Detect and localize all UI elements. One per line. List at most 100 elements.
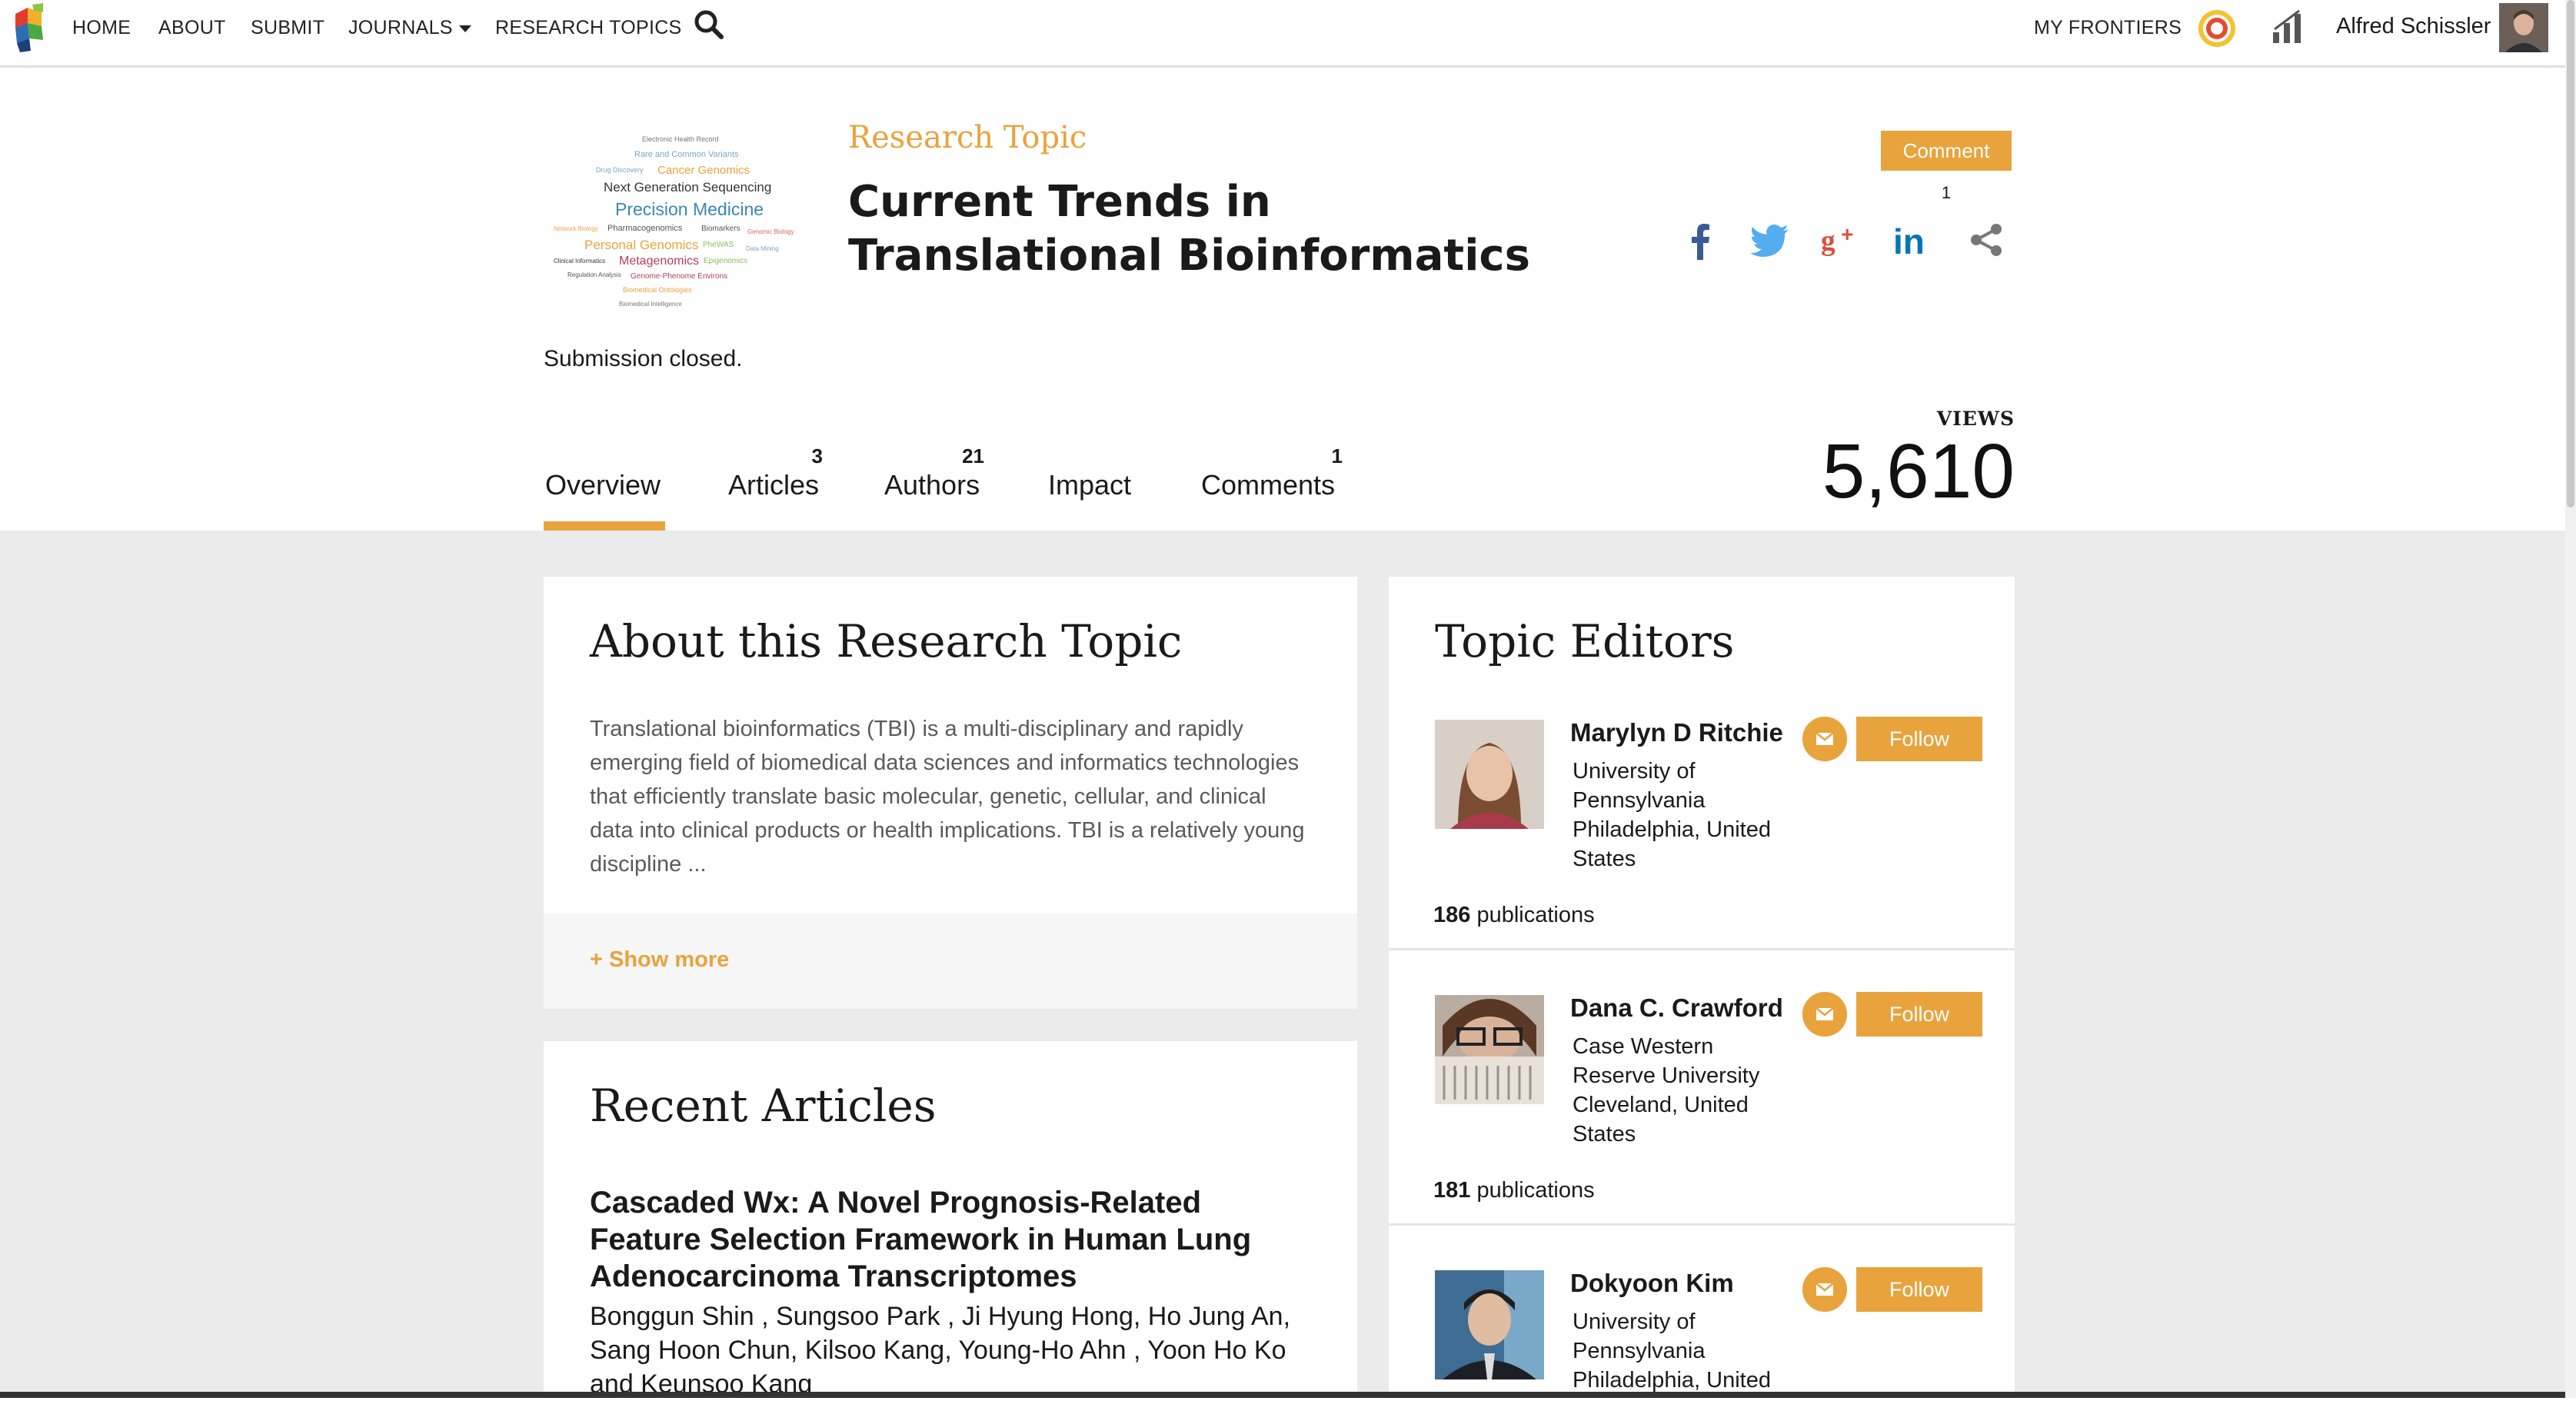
affiliation-line: University of: [1573, 759, 1696, 784]
share-icon[interactable]: [1965, 215, 2009, 265]
editor-name[interactable]: Dana C. Crawford: [1570, 993, 1783, 1023]
editor-photo[interactable]: [1435, 720, 1544, 829]
frontiers-logo[interactable]: [9, 3, 55, 52]
publication-label: publications: [1470, 1178, 1595, 1203]
page-title: Current Trends in Translational Bioinfor…: [848, 177, 1530, 281]
about-description: Translational bioinformatics (TBI) is a …: [590, 717, 1305, 877]
affiliation-line: Pennsylvania: [1573, 788, 1706, 813]
window-bottom-edge: [0, 1392, 2565, 1398]
nav-journals[interactable]: JOURNALS: [348, 17, 471, 39]
editor-name[interactable]: Marylyn D Ritchie: [1570, 718, 1783, 747]
affiliation-line: Cleveland, United: [1573, 1093, 1749, 1117]
svg-text:Electronic Health Record: Electronic Health Record: [642, 135, 719, 143]
authors-line[interactable]: Sang Hoon Chun, Kilsoo Kang, Young-Ho Ah…: [590, 1333, 1328, 1367]
editor-affiliation: Case Western Reserve University Clevelan…: [1573, 1032, 1803, 1149]
svg-text:Drug Discovery: Drug Discovery: [596, 166, 644, 174]
svg-text:Regulation Analysis: Regulation Analysis: [567, 271, 621, 278]
article-title-link[interactable]: Cascaded Wx: A Novel Prognosis-Related F…: [590, 1184, 1313, 1295]
nav-home[interactable]: HOME: [72, 17, 131, 39]
svg-text:in: in: [1893, 221, 1925, 261]
views-count: 5,610: [1822, 428, 2015, 514]
svg-text:Metagenomics: Metagenomics: [619, 255, 699, 268]
editor-affiliation: University of Pennsylvania Philadelphia,…: [1573, 757, 1803, 874]
affiliation-line: Philadelphia, United: [1573, 1368, 1771, 1393]
scrollbar-thumb[interactable]: [2567, 0, 2574, 507]
user-avatar[interactable]: [2499, 3, 2548, 52]
search-icon[interactable]: [692, 8, 726, 42]
svg-text:Next Generation Sequencing: Next Generation Sequencing: [604, 180, 771, 195]
nav-about[interactable]: ABOUT: [158, 17, 226, 39]
follow-button[interactable]: Follow: [1856, 1267, 1982, 1312]
affiliation-line: University of: [1573, 1309, 1696, 1334]
google-plus-icon[interactable]: g +: [1821, 215, 1864, 265]
editor-publications: 181 publications: [1433, 1178, 1595, 1203]
tab-articles[interactable]: Articles: [728, 469, 819, 501]
editor-affiliation: University of Pennsylvania Philadelphia,…: [1573, 1307, 1803, 1395]
publication-count: 186: [1433, 903, 1471, 927]
comment-button[interactable]: Comment: [1881, 131, 2012, 171]
tab-authors[interactable]: Authors: [884, 469, 980, 501]
editor-name[interactable]: Dokyoon Kim: [1570, 1269, 1734, 1298]
research-topic-label: Research Topic: [848, 120, 1087, 155]
affiliation-line: Reserve University: [1573, 1063, 1760, 1088]
publication-label: publications: [1470, 903, 1595, 927]
svg-text:Genomic Biology: Genomic Biology: [747, 228, 794, 235]
svg-text:Precision Medicine: Precision Medicine: [615, 199, 764, 219]
svg-text:Genome-Phenome Environs: Genome-Phenome Environs: [631, 272, 727, 281]
svg-text:Biomedical Ontologies: Biomedical Ontologies: [623, 286, 692, 294]
topic-word-cloud: Electronic Health Record Rare and Common…: [554, 135, 794, 308]
svg-text:Pharmacogenomics: Pharmacogenomics: [607, 224, 683, 233]
tab-articles-count: 3: [811, 444, 823, 468]
divider: [1389, 948, 2015, 950]
divider: [1389, 1223, 2015, 1226]
affiliation-line: Philadelphia, United: [1573, 817, 1771, 842]
follow-button[interactable]: Follow: [1856, 992, 1982, 1037]
mail-icon[interactable]: [1802, 1267, 1847, 1312]
authors-line[interactable]: Bonggun Shin , Sungsoo Park , Ji Hyung H…: [590, 1300, 1328, 1333]
views-label: VIEWS: [1936, 408, 2015, 430]
svg-text:Rare and Common Variants: Rare and Common Variants: [634, 150, 739, 159]
svg-text:Network Biology: Network Biology: [554, 225, 598, 232]
editor-photo[interactable]: [1435, 995, 1544, 1104]
nav-submit[interactable]: SUBMIT: [251, 17, 324, 39]
editor-photo[interactable]: [1435, 1270, 1544, 1379]
article-authors: Bonggun Shin , Sungsoo Park , Ji Hyung H…: [590, 1300, 1328, 1401]
linkedin-icon[interactable]: in: [1892, 215, 1935, 265]
tab-comments-count: 1: [1331, 444, 1343, 468]
tab-authors-count: 21: [962, 444, 984, 468]
submission-status: Submission closed.: [544, 346, 743, 371]
nav-journals-label: JOURNALS: [348, 17, 453, 38]
mail-icon[interactable]: [1802, 992, 1847, 1037]
svg-text:Cancer Genomics: Cancer Genomics: [657, 164, 750, 177]
affiliation-line: Case Western: [1573, 1034, 1714, 1059]
user-name[interactable]: Alfred Schissler: [2336, 14, 2491, 39]
svg-text:+: +: [1841, 222, 1853, 246]
show-more-link[interactable]: + Show more: [590, 947, 729, 973]
editor-publications: 186 publications: [1433, 903, 1595, 928]
impact-chart-icon[interactable]: [2271, 9, 2304, 45]
publication-count: 181: [1433, 1178, 1471, 1203]
svg-text:Personal Genomics: Personal Genomics: [584, 238, 698, 252]
active-tab-indicator: [544, 521, 665, 531]
affiliation-line: Pennsylvania: [1573, 1339, 1706, 1363]
svg-text:g: g: [1821, 225, 1835, 257]
twitter-icon[interactable]: [1749, 215, 1792, 265]
tab-overview[interactable]: Overview: [545, 469, 661, 501]
chevron-down-icon: [458, 25, 471, 32]
svg-text:PheWAS: PheWAS: [703, 241, 734, 249]
topic-editors-title: Topic Editors: [1435, 615, 1735, 667]
facebook-icon[interactable]: [1679, 215, 1722, 265]
tab-impact[interactable]: Impact: [1048, 469, 1131, 501]
tab-comments[interactable]: Comments: [1201, 469, 1335, 501]
svg-text:Biomedical Intelligence: Biomedical Intelligence: [619, 301, 682, 308]
nav-my-frontiers[interactable]: MY FRONTIERS: [2034, 17, 2182, 39]
nav-research-topics[interactable]: RESEARCH TOPICS: [495, 17, 682, 39]
mail-icon[interactable]: [1802, 717, 1847, 761]
recent-articles-title: Recent Articles: [590, 1080, 937, 1132]
about-title: About this Research Topic: [590, 615, 1183, 667]
comment-count: 1: [1941, 183, 1952, 202]
affiliation-line: States: [1573, 1122, 1636, 1146]
follow-button[interactable]: Follow: [1856, 717, 1982, 761]
svg-text:Biomarkers: Biomarkers: [701, 225, 741, 233]
loop-icon[interactable]: [2196, 8, 2238, 49]
